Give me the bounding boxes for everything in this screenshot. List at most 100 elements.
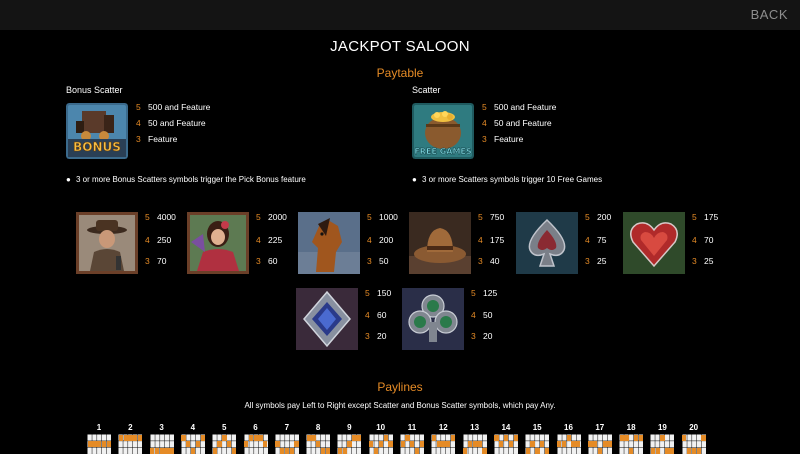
payline-grid xyxy=(681,434,706,454)
payline-number: 15 xyxy=(532,423,542,432)
payline-grid xyxy=(306,434,331,454)
payline-cell xyxy=(557,441,562,448)
pay-row: 3 Feature xyxy=(136,134,178,144)
payline-17: 17 xyxy=(587,423,612,454)
payline-cell xyxy=(441,441,446,448)
payline-cell xyxy=(446,441,451,448)
payline-cell xyxy=(347,441,352,448)
payline-cell xyxy=(588,441,593,448)
payline-cell xyxy=(410,441,415,448)
payline-cell xyxy=(638,434,644,441)
payline-12: 12 xyxy=(431,423,456,454)
payline-cell xyxy=(200,434,205,441)
pay-row: 5 750 xyxy=(478,212,505,222)
payline-cell xyxy=(253,434,258,441)
payline-cell xyxy=(378,441,384,448)
payline-number: 10 xyxy=(376,423,386,432)
pay-row: 4 250 xyxy=(145,235,172,245)
payline-cell xyxy=(566,434,571,441)
payline-cell xyxy=(544,447,550,454)
saloon-girl-icon xyxy=(187,212,249,274)
payline-cell xyxy=(289,447,294,454)
payline-cell xyxy=(128,434,133,441)
paylines-heading: Paylines xyxy=(377,380,423,394)
payline-cell xyxy=(494,434,499,441)
payline-18: 18 xyxy=(619,423,644,454)
payline-grid xyxy=(118,434,143,454)
payline-cell xyxy=(467,441,473,448)
spade-icon xyxy=(516,212,578,274)
payline-cell xyxy=(357,434,362,441)
payline-grid xyxy=(149,434,174,454)
payline-cell xyxy=(227,441,232,448)
payline-cell xyxy=(137,434,143,441)
payline-cell xyxy=(231,447,237,454)
payline-1: 1 xyxy=(87,423,111,454)
pay-row: 3 25 xyxy=(585,256,607,266)
payline-11: 11 xyxy=(400,423,424,454)
pay-row: 4 50 and Feature xyxy=(136,118,206,128)
payline-cell xyxy=(525,447,530,454)
payline-cell xyxy=(602,441,607,448)
pay-row: 4 75 xyxy=(585,235,607,245)
payline-cell xyxy=(150,447,155,454)
payline-number: 1 xyxy=(96,423,102,432)
top-bar: BACK xyxy=(0,0,800,30)
pay-row: 5 200 xyxy=(585,212,612,222)
payline-number: 19 xyxy=(657,423,667,432)
payline-cell xyxy=(169,447,174,454)
payline-cell xyxy=(414,447,420,454)
pay-row: 4 60 xyxy=(365,310,387,320)
scatter-icon: FREE GAMES xyxy=(412,103,474,159)
payline-cell xyxy=(123,434,128,441)
free-games-logo-text: FREE GAMES xyxy=(414,147,472,156)
payline-cell xyxy=(154,447,160,454)
payline-cell xyxy=(400,441,405,448)
payline-grid xyxy=(587,434,612,454)
diamond-icon xyxy=(296,288,358,350)
payline-cell xyxy=(181,434,186,441)
payline-cell xyxy=(133,434,138,441)
payline-cell xyxy=(311,434,316,441)
heart-icon xyxy=(623,212,685,274)
pay-row: 5 500 and Feature xyxy=(482,102,557,112)
payline-cell xyxy=(655,447,660,454)
payline-cell xyxy=(92,441,97,448)
payline-cell xyxy=(275,441,280,448)
payline-cell xyxy=(499,441,504,448)
payline-number: 16 xyxy=(564,423,573,432)
payline-cell xyxy=(477,441,482,448)
payline-cell xyxy=(159,447,164,454)
payline-cell xyxy=(87,441,92,448)
payline-cell xyxy=(320,447,326,454)
payline-number: 14 xyxy=(501,423,511,432)
payline-cell xyxy=(665,447,670,454)
payline-15: 15 xyxy=(525,423,550,454)
scatter-note: ● 3 or more Scatters symbols trigger 10 F… xyxy=(412,175,603,184)
payline-cell xyxy=(503,434,509,441)
payline-14: 14 xyxy=(493,423,518,454)
pay-row: 5 2000 xyxy=(256,212,287,222)
payline-grid xyxy=(400,434,424,454)
payline-grid xyxy=(556,434,581,454)
payline-cell xyxy=(682,434,687,441)
payline-cell xyxy=(670,447,675,454)
payline-grid xyxy=(180,434,205,454)
payline-cell xyxy=(431,434,437,441)
payline-cell xyxy=(97,441,102,448)
payline-cell xyxy=(316,441,321,448)
paytable-heading: Paytable xyxy=(376,66,424,80)
payline-cell xyxy=(472,441,477,448)
payline-cell xyxy=(101,441,107,448)
payline-number: 13 xyxy=(470,423,480,432)
payline-grid xyxy=(493,434,518,454)
pay-row: 3 70 xyxy=(145,256,167,266)
payline-cell xyxy=(325,447,331,454)
payline-cell xyxy=(419,441,424,448)
payline-number: 7 xyxy=(284,423,290,432)
back-button[interactable]: BACK xyxy=(751,7,788,22)
payline-cell xyxy=(593,441,598,448)
payline-cell xyxy=(450,434,456,441)
payline-cell xyxy=(508,441,514,448)
payline-cell xyxy=(540,441,545,448)
